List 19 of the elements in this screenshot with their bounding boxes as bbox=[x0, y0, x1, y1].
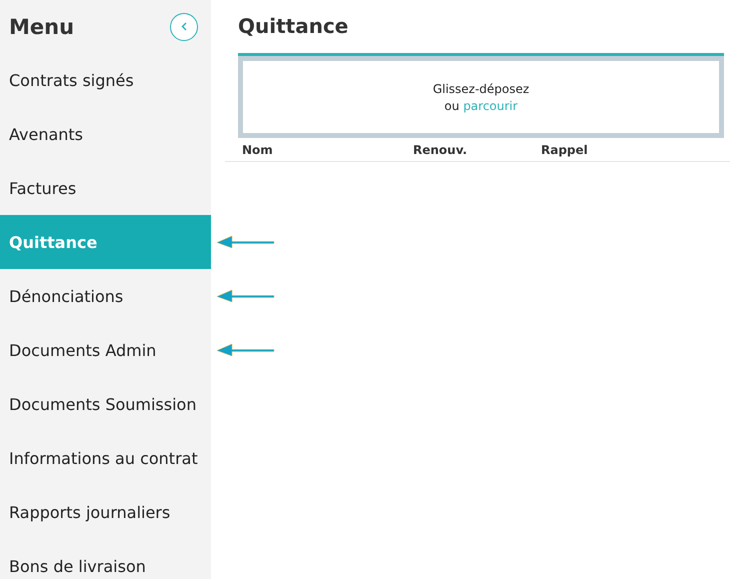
menu-title: Menu bbox=[9, 14, 74, 38]
sidebar-item[interactable]: Contrats signés bbox=[0, 53, 211, 107]
sidebar-item[interactable]: Rapports journaliers bbox=[0, 485, 211, 539]
drop-hint: ou bbox=[444, 98, 460, 112]
sidebar-item[interactable]: Dénonciations bbox=[0, 269, 211, 323]
page-title: Quittance bbox=[237, 12, 350, 40]
sidebar-item[interactable]: Documents Admin bbox=[0, 323, 211, 377]
collapse-button[interactable] bbox=[170, 12, 198, 40]
drop-hint: Glissez-déposez bbox=[432, 82, 530, 96]
sidebar-item[interactable]: Factures bbox=[0, 161, 211, 215]
column-header: Nom bbox=[242, 143, 274, 157]
column-header: Rappel bbox=[541, 143, 589, 157]
chevron-left-icon bbox=[181, 22, 187, 31]
column-header: Renouv. bbox=[413, 143, 468, 157]
sidebar-item[interactable]: Avenants bbox=[0, 107, 211, 161]
drop-zone[interactable]: Glissez-déposez ou parcourir bbox=[238, 56, 724, 138]
sidebar-item[interactable]: Bons de livraison bbox=[0, 539, 211, 579]
sidebar-item[interactable]: Informations au contrat bbox=[0, 431, 211, 485]
sidebar-item[interactable]: Documents Soumission bbox=[0, 377, 211, 431]
